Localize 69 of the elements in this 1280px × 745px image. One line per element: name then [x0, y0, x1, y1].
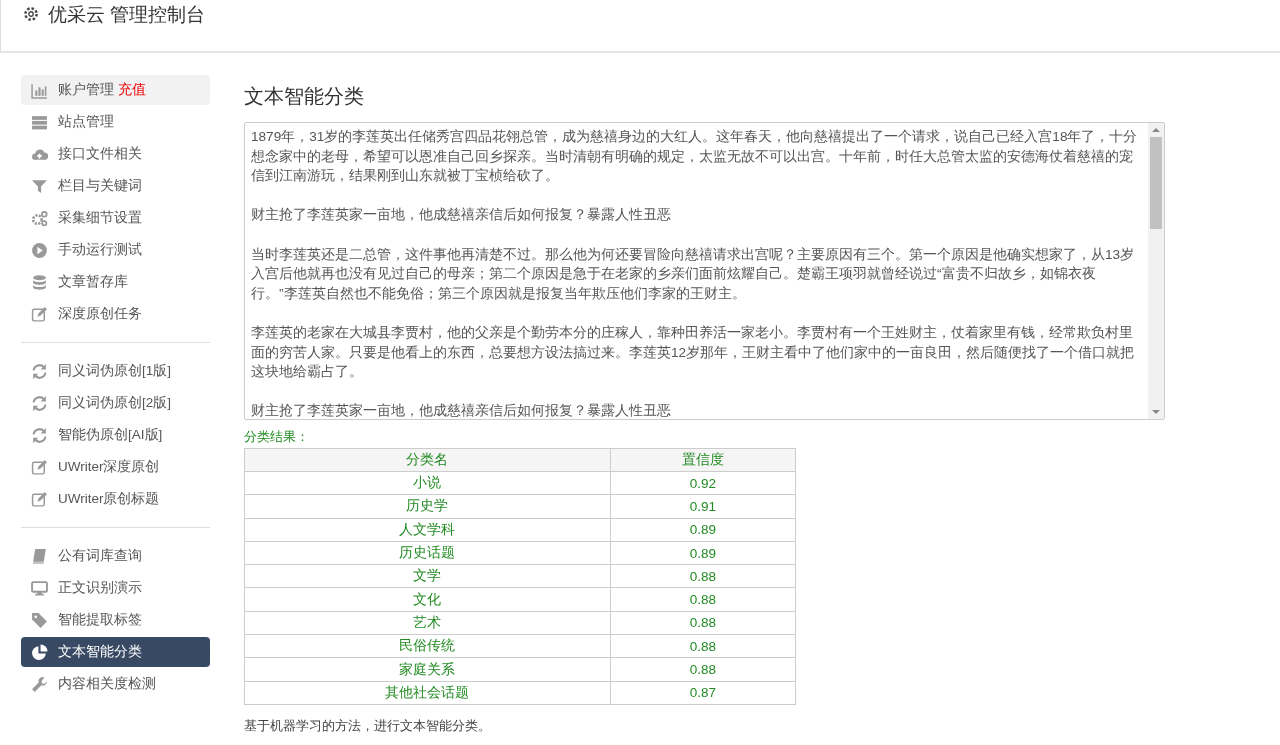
table-cell: 家庭关系	[244, 657, 611, 682]
table-cell: 历史话题	[244, 541, 611, 565]
tag-icon	[31, 611, 48, 629]
table-cell: 0.87	[610, 681, 796, 705]
sidebar-item[interactable]: 深度原创任务	[21, 299, 210, 329]
sidebar-item[interactable]: 正文识别演示	[21, 573, 210, 603]
sidebar-item[interactable]: 接口文件相关	[21, 139, 210, 169]
settings-icon	[22, 5, 40, 23]
edit-icon	[31, 305, 48, 323]
table-cell: 历史学	[244, 494, 611, 519]
table-cell: 艺术	[244, 611, 611, 635]
article-paragraph: 当时李莲英还是二总管，这件事他再清楚不过。那么他为何还要冒险向慈禧请求出宫呢？主要原因有三个。第一个原因是他确实想家了，从13岁入宫后他就再也没有见过自己的母亲；第二个原因是急于在老家的乡亲们面前炫耀自己。楚霸王项羽就曾经说过“富贵不归故乡，如锦衣夜行。”李莲英自然也不能免俗；第三个原因就是报复当年欺压他们李家的王财主。	[251, 245, 1136, 303]
table-cell: 文化	[244, 588, 611, 612]
table-cell: 0.89	[610, 541, 796, 565]
article-paragraph: 财主抢了李莲英家一亩地，他成慈禧亲信后如何报复？暴露人性丑恶	[251, 206, 672, 225]
sidebar-item[interactable]: 文章暂存库	[21, 267, 210, 297]
article-paragraph: 1879年，31岁的李莲英出任储秀宫四品花翎总管，成为慈禧身边的大红人。这年春天，他向慈禧提出了一个请求，说自己已经入宫18年了，十分想念家中的老母，希望可以恩准自己回乡探亲。当时清朝有明确的规定，太监无故不可以出宫。十年前，时任大总管太监的安德海仗着慈禧的宠信到江南游玩，结果刚到山东就被丁宝桢给砍了。	[251, 128, 1139, 186]
sidebar-item[interactable]: 栏目与关键词	[21, 171, 210, 201]
table-cell: 0.88	[610, 657, 796, 682]
table-cell: 0.88	[610, 564, 796, 588]
result-label: 分类结果：	[244, 428, 310, 446]
sidebar-item[interactable]: 手动运行测试	[21, 235, 210, 265]
bar-chart-icon	[31, 81, 48, 99]
text-input-area[interactable]	[244, 122, 1165, 420]
sidebar-item[interactable]: 智能提取标签	[21, 605, 210, 635]
article-paragraph: 李莲英的老家在大城县李贾村，他的父亲是个勤劳本分的庄稼人，靠种田养活一家老小。李贾村有一个王姓财主，仗着家里有钱，经常欺负村里面的穷苦人家。只要是他看上的东西，总要想方设法搞过来。李莲英12岁那年，王财主看中了他们家中的一亩良田，然后随便找了一个借口就把这块地给霸占了。	[251, 323, 1136, 382]
server-icon	[31, 113, 48, 131]
app-title: 优采云 管理控制台	[48, 4, 206, 26]
table-cell: 文学	[244, 564, 611, 588]
table-cell: 0.89	[610, 518, 796, 542]
sidebar-item[interactable]: 公有词库查询	[21, 541, 210, 571]
book-icon	[31, 547, 48, 565]
wrench-icon	[31, 675, 48, 693]
column-header: 置信度	[610, 448, 796, 472]
database-icon	[31, 273, 48, 291]
table-cell: 0.88	[610, 611, 796, 635]
sidebar-item[interactable]: 账户管理 充值	[21, 75, 210, 105]
filter-icon	[31, 177, 48, 195]
sidebar-item[interactable]: UWriter深度原创	[21, 452, 210, 482]
sidebar-item[interactable]: 采集细节设置	[21, 203, 210, 233]
sidebar-item[interactable]: 同义词伪原创[2版]	[21, 388, 210, 418]
play-circle-icon	[31, 241, 48, 259]
sidebar-item[interactable]: 智能伪原创[AI版]	[21, 420, 210, 450]
pie-chart-icon	[31, 643, 48, 661]
page-title: 文本智能分类	[244, 84, 365, 109]
column-header: 分类名	[244, 448, 611, 472]
article-paragraph: 财主抢了李莲英家一亩地，他成慈禧亲信后如何报复？暴露人性丑恶	[251, 402, 672, 419]
scrollbar[interactable]	[1148, 123, 1164, 419]
sidebar-item[interactable]: UWriter原创标题	[21, 484, 210, 514]
monitor-icon	[31, 579, 48, 597]
refresh-icon	[31, 362, 48, 380]
table-cell: 0.88	[610, 588, 796, 612]
sidebar-item[interactable]: 同义词伪原创[1版]	[21, 356, 210, 386]
description-text: 基于机器学习的方法，进行文本智能分类。	[244, 716, 492, 735]
table-cell: 人文学科	[244, 518, 611, 542]
sidebar-item[interactable]: 内容相关度检测	[21, 669, 210, 699]
refresh-icon	[31, 426, 48, 444]
table-cell: 其他社会话题	[244, 681, 611, 705]
table-cell: 0.91	[610, 494, 796, 519]
sidebar-item[interactable]: 文本智能分类	[21, 637, 210, 667]
table-cell: 民俗传统	[244, 634, 611, 658]
edit-icon	[31, 490, 48, 508]
sidebar-item[interactable]: 站点管理	[21, 107, 210, 137]
refresh-icon	[31, 394, 48, 412]
recharge-link[interactable]: 充值	[118, 81, 146, 99]
edit-icon	[31, 458, 48, 476]
table-cell: 0.88	[610, 634, 796, 658]
table-cell: 0.92	[610, 471, 796, 495]
table-cell: 小说	[244, 471, 611, 495]
